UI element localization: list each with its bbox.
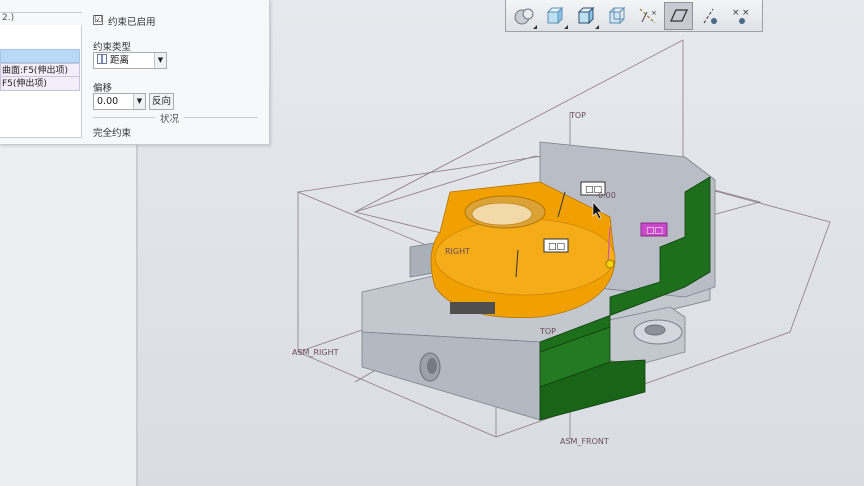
model-viewport[interactable]: □□ □□ □□ TOP 0.00 RIGHT TOP ASM_RIGHT AS… (140, 32, 864, 486)
datum-label-asm-front: ASM_FRONT (560, 437, 609, 446)
datum-label-asm-right: ASM_RIGHT (292, 348, 339, 357)
offset-input[interactable]: 0.00 ▼ (93, 93, 146, 110)
svg-text:□□: □□ (646, 226, 663, 236)
distance-icon (97, 54, 107, 64)
offset-label: 偏移 (93, 83, 113, 94)
datum-plane-icon[interactable] (664, 1, 693, 30)
svg-text:×: × (651, 9, 657, 17)
dark-slot (450, 302, 495, 314)
datum-axis-icon[interactable]: × (633, 2, 662, 30)
datum-label-top-2: TOP (539, 327, 556, 336)
offset-value: 0.00 (97, 96, 119, 107)
dropdown-triangle-icon (595, 24, 599, 29)
svg-text:□□: □□ (548, 242, 565, 252)
view-toolbar: × × × (505, 0, 763, 32)
reference-item-selected[interactable] (0, 49, 80, 63)
left-side-panel (0, 145, 138, 486)
reference-item-surface[interactable]: 曲面:F5(伸出项) (0, 63, 80, 77)
constraint-enabled-label: 约束已启用 (108, 17, 156, 28)
reference-item-feature[interactable]: F5(伸出项) (0, 77, 80, 91)
status-value: 完全约束 (93, 128, 132, 139)
reference-list-header: 2.) (0, 13, 82, 25)
svg-text:×: × (742, 8, 750, 18)
wireframe-cube-icon[interactable] (602, 2, 631, 30)
datum-point-icon[interactable] (695, 2, 724, 30)
datum-value-label: 0.00 (598, 191, 616, 200)
constraint-type-value: 距离 (110, 55, 130, 66)
constraint-enabled-checkbox[interactable]: ☑ (93, 15, 103, 25)
shaded-cube-icon[interactable] (540, 2, 569, 30)
dimension-tag-highlight[interactable]: □□ (640, 222, 668, 237)
coordinate-system-icon[interactable]: × × (726, 2, 755, 30)
shaded-sphere-icon[interactable] (509, 2, 538, 30)
assembly-3d-view[interactable]: □□ □□ □□ TOP 0.00 RIGHT TOP ASM_RIGHT AS… (140, 32, 864, 486)
dropdown-triangle-icon (564, 24, 568, 29)
reference-list[interactable]: 2.) 曲面:F5(伸出项) F5(伸出项) (0, 12, 82, 138)
constraint-point (605, 259, 615, 269)
constraint-type-label: 约束类型 (93, 42, 132, 53)
dropdown-triangle-icon (533, 24, 537, 29)
svg-text:×: × (732, 8, 740, 18)
dimension-tag-2[interactable]: □□ (543, 238, 569, 253)
datum-label-right: RIGHT (445, 247, 470, 256)
shaded-edges-cube-icon[interactable] (571, 2, 600, 30)
datum-label-top: TOP (569, 111, 586, 120)
